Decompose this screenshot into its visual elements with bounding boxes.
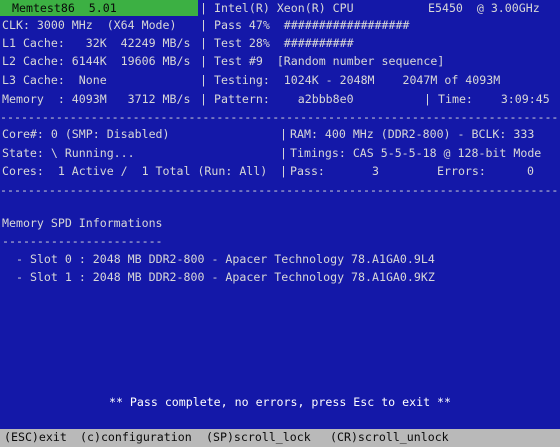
l1-cache: L1 Cache: 32K 42249 MB/s — [2, 36, 191, 50]
ram-timings: Timings: CAS 5-5-5-18 @ 128-bit Mode — [290, 146, 542, 160]
column-separator: | — [200, 54, 207, 68]
list-item: - Slot 1 : 2048 MB DDR2-800 - Apacer Tec… — [0, 269, 560, 286]
divider-line: ----------------------------------------… — [0, 183, 560, 197]
list-item: - Slot 0 : 2048 MB DDR2-800 - Apacer Tec… — [0, 251, 560, 268]
scroll-lock-key[interactable]: (SP)scroll_lock — [206, 429, 311, 446]
run-state: State: \ Running... — [2, 146, 135, 160]
test-pattern: Pattern: a2bbb8e0 — [214, 92, 354, 106]
status-row-1: State: \ Running... | Timings: CAS 5-5-5… — [0, 145, 560, 162]
memory-info: Memory : 4093M 3712 MB/s — [2, 92, 191, 106]
column-separator: | — [280, 146, 287, 160]
spd-underline-row: ----------------------- — [0, 233, 560, 250]
l2-cache: L2 Cache: 6144K 19606 MB/s — [2, 54, 191, 68]
status-row-2: Cores: 1 Active / 1 Total (Run: All) | P… — [0, 163, 560, 180]
header-row-4: L3 Cache: None | Testing: 1024K - 2048M … — [0, 72, 560, 89]
spd-section: Memory SPD Informations — [0, 215, 560, 232]
pass-progress: Pass 47% ################## — [214, 18, 410, 32]
column-separator: | — [200, 92, 207, 106]
column-separator: | — [280, 127, 287, 141]
memtest-screen: Memtest86 5.01 | Intel(R) Xeon(R) CPU E5… — [0, 0, 560, 447]
header-row-1: CLK: 3000 MHz (X64 Mode) | Pass 47% ####… — [0, 17, 560, 34]
cpu-clock: CLK: 3000 MHz (X64 Mode) — [2, 18, 177, 32]
column-separator: | — [280, 164, 287, 178]
pass-label: Pass: — [290, 164, 325, 178]
errors-count: 0 — [527, 164, 534, 178]
column-separator: | — [200, 18, 207, 32]
status-row-0: Core#: 0 (SMP: Disabled) | RAM: 400 MHz … — [0, 126, 560, 143]
header-row-3: L2 Cache: 6144K 19606 MB/s | Test #9 [Ra… — [0, 53, 560, 70]
test-progress: Test 28% ########## — [214, 36, 354, 50]
completion-message: ** Pass complete, no errors, press Esc t… — [108, 395, 452, 409]
header-row-2: L1 Cache: 32K 42249 MB/s | Test 28% ####… — [0, 35, 560, 52]
current-test: Test #9 [Random number sequence] — [214, 54, 445, 68]
configuration-key[interactable]: (c)configuration — [80, 429, 192, 446]
spd-heading: Memory SPD Informations — [2, 216, 163, 230]
column-separator: | — [200, 1, 207, 15]
footer-keybar: (ESC)exit (c)configuration (SP)scroll_lo… — [0, 429, 560, 447]
esc-exit-key[interactable]: (ESC)exit — [4, 429, 67, 446]
errors-label: Errors: — [437, 164, 486, 178]
column-separator: | — [424, 92, 431, 106]
cores-info: Cores: 1 Active / 1 Total (Run: All) — [2, 164, 268, 178]
ram-info: RAM: 400 MHz (DDR2-800) - BCLK: 333 — [290, 127, 535, 141]
core-info: Core#: 0 (SMP: Disabled) — [2, 127, 170, 141]
elapsed-time: Time: 3:09:45 — [438, 92, 550, 106]
spd-slot-1: - Slot 1 : 2048 MB DDR2-800 - Apacer Tec… — [16, 270, 435, 284]
pass-count: 3 — [372, 164, 379, 178]
header-row-5: Memory : 4093M 3712 MB/s | Pattern: a2bb… — [0, 91, 560, 108]
spd-slot-0: - Slot 0 : 2048 MB DDR2-800 - Apacer Tec… — [16, 252, 435, 266]
header-row-0: | Intel(R) Xeon(R) CPU E5450 @ 3.00GHz — [0, 0, 560, 17]
divider-line: ----------------------------------------… — [0, 110, 560, 124]
scroll-unlock-key[interactable]: (CR)scroll_unlock — [330, 429, 449, 446]
cpu-name: Intel(R) Xeon(R) CPU — [214, 1, 354, 15]
spd-underline: ----------------------- — [2, 234, 163, 248]
l3-cache: L3 Cache: None — [2, 73, 107, 87]
testing-range: Testing: 1024K - 2048M 2047M of 4093M — [214, 73, 501, 87]
cpu-model: E5450 @ 3.00GHz — [428, 1, 540, 15]
column-separator: | — [200, 36, 207, 50]
column-separator: | — [200, 73, 207, 87]
